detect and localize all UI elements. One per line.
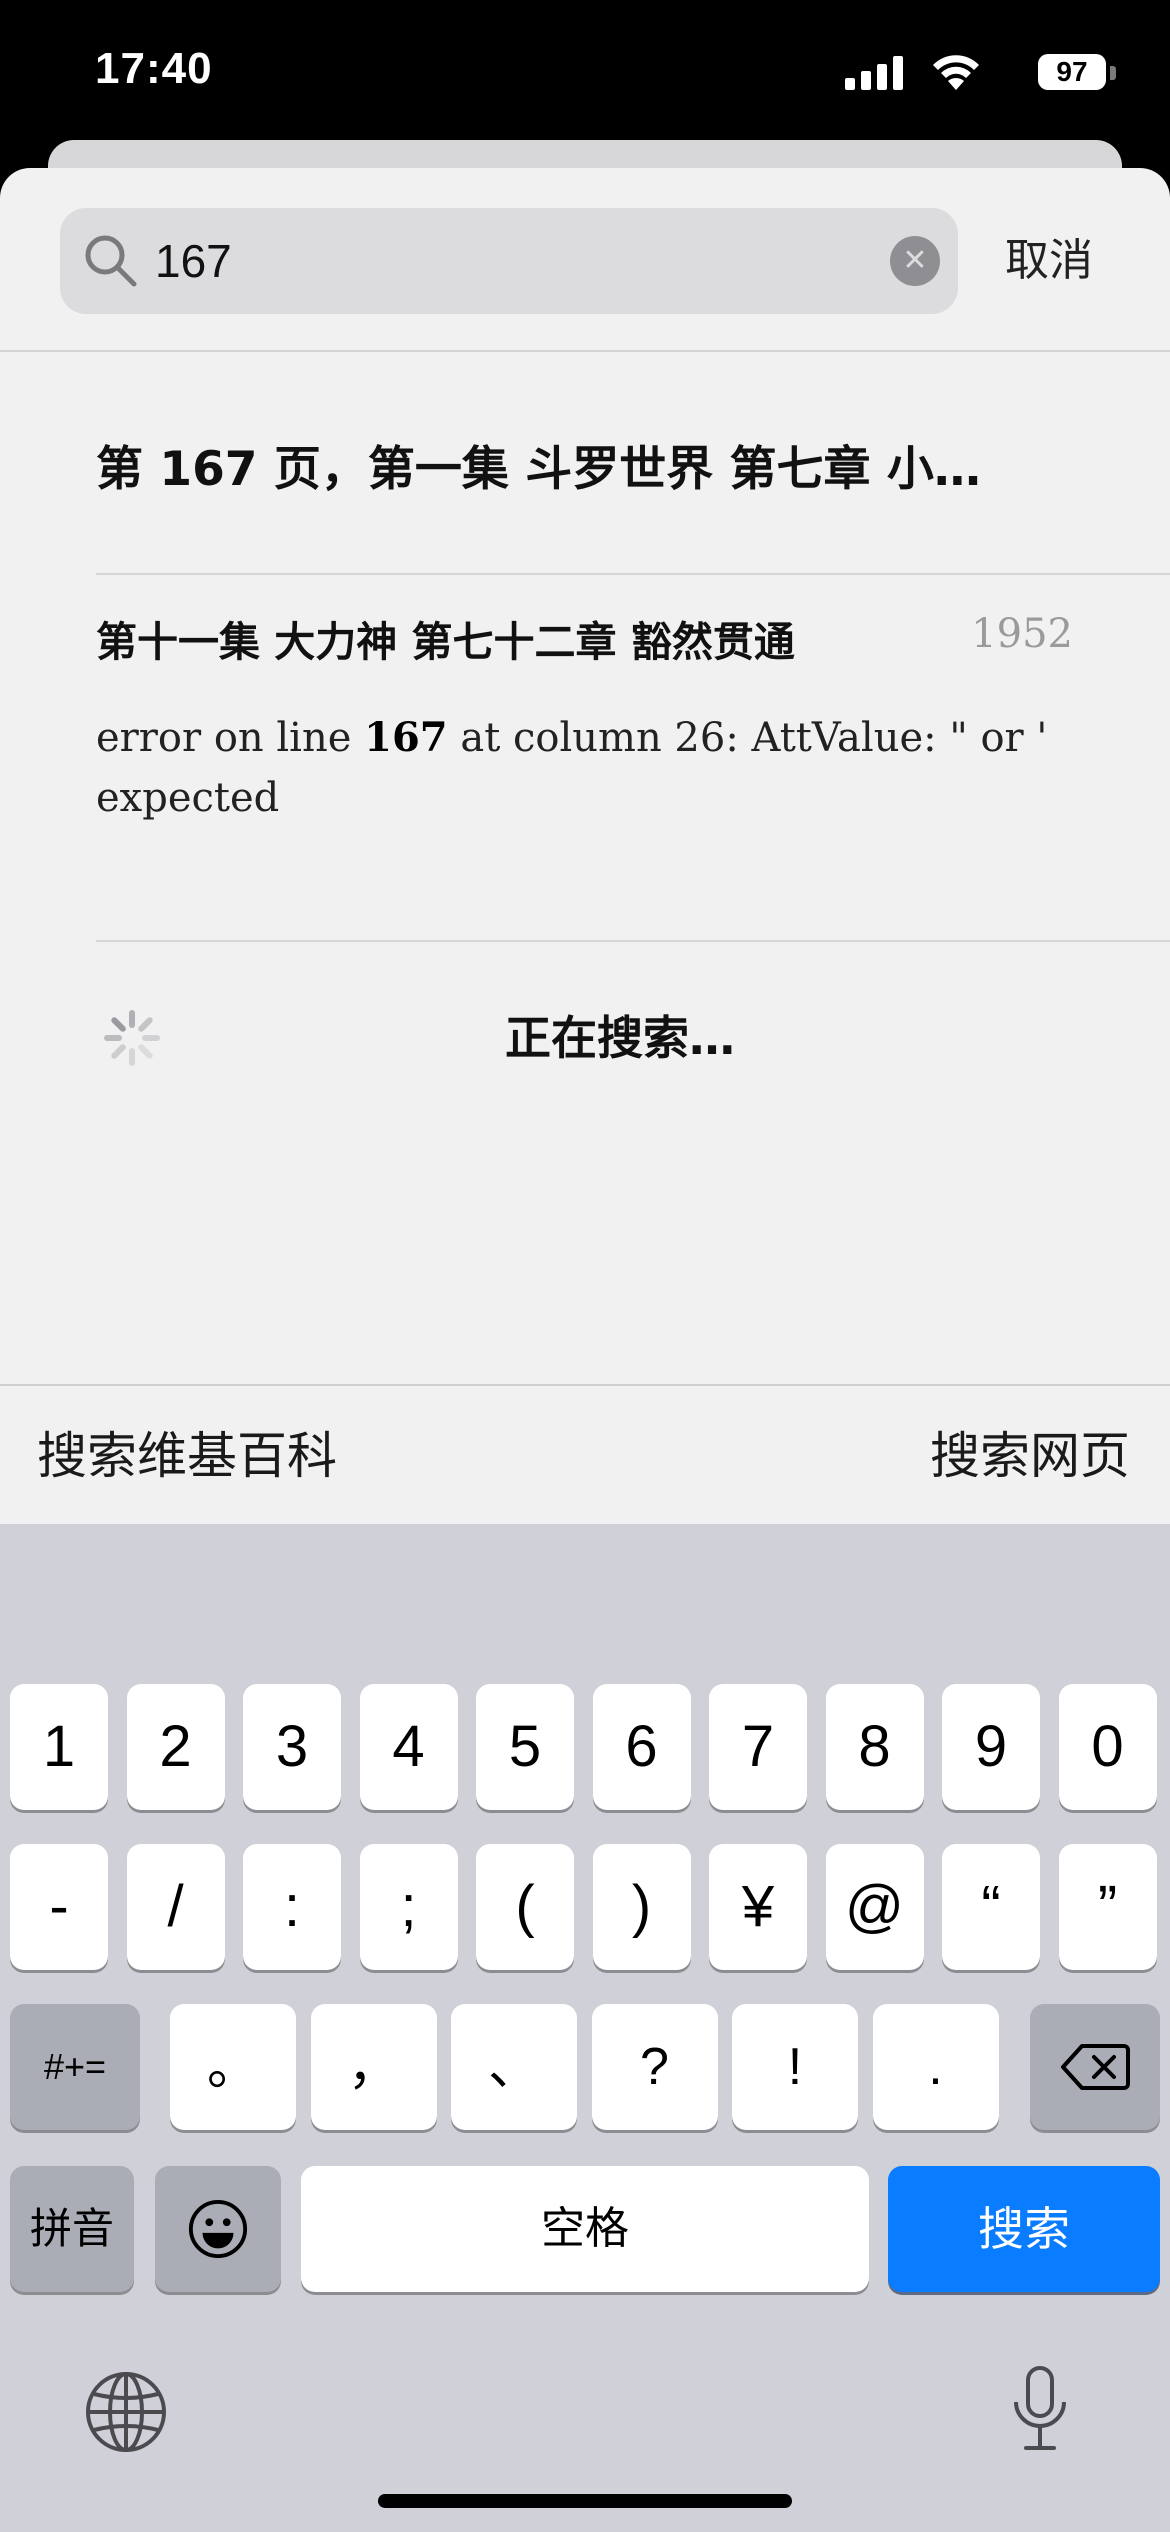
number-key-4[interactable]: 5 bbox=[476, 1684, 574, 1810]
symbols-key[interactable]: #+= bbox=[10, 2004, 140, 2130]
punctuation-key-0[interactable]: 。 bbox=[170, 2004, 296, 2130]
symbol-key-2[interactable]: : bbox=[243, 1844, 341, 1970]
result-chapter-title: 第十一集 大力神 第七十二章 豁然贯通 bbox=[96, 618, 795, 666]
number-key-7[interactable]: 8 bbox=[825, 1684, 924, 1810]
cancel-button[interactable]: 取消 bbox=[1005, 208, 1093, 314]
punctuation-key-5[interactable]: . bbox=[872, 2004, 999, 2130]
symbol-key-9[interactable]: ” bbox=[1058, 1844, 1157, 1970]
search-result-page[interactable]: 第 167 页，第一集 斗罗世界 第七章 小… bbox=[96, 430, 1096, 499]
number-key-5[interactable]: 6 bbox=[592, 1684, 691, 1810]
battery-icon: 97 bbox=[1038, 54, 1116, 90]
status-bar: 17:40 97 bbox=[0, 0, 1170, 150]
backspace-key[interactable] bbox=[1030, 2004, 1160, 2130]
search-key[interactable]: 搜索 bbox=[888, 2166, 1160, 2292]
symbol-key-7[interactable]: @ bbox=[825, 1844, 924, 1970]
cellular-signal-icon bbox=[845, 56, 903, 90]
globe-icon[interactable] bbox=[84, 2370, 168, 2454]
search-input[interactable]: 167 bbox=[155, 208, 232, 314]
home-indicator bbox=[378, 2494, 792, 2508]
search-icon bbox=[85, 235, 137, 287]
divider bbox=[96, 573, 1170, 575]
punctuation-key-4[interactable]: ! bbox=[732, 2004, 858, 2130]
space-key[interactable]: 空格 bbox=[301, 2166, 869, 2292]
divider bbox=[0, 1384, 1170, 1386]
number-key-0[interactable]: 1 bbox=[10, 1684, 108, 1810]
pinyin-key[interactable]: 拼音 bbox=[10, 2166, 134, 2292]
result-page-number: 1952 bbox=[971, 611, 1073, 657]
number-key-3[interactable]: 4 bbox=[359, 1684, 458, 1810]
number-key-6[interactable]: 7 bbox=[709, 1684, 807, 1810]
emoji-key[interactable] bbox=[155, 2166, 281, 2292]
punctuation-key-3[interactable]: ? bbox=[591, 2004, 718, 2130]
number-key-2[interactable]: 3 bbox=[243, 1684, 341, 1810]
backspace-icon bbox=[1061, 2044, 1130, 2090]
symbol-key-6[interactable]: ¥ bbox=[709, 1844, 807, 1970]
symbol-key-3[interactable]: ; bbox=[359, 1844, 458, 1970]
number-key-9[interactable]: 0 bbox=[1058, 1684, 1157, 1810]
loading-spinner-icon bbox=[104, 1010, 160, 1066]
divider bbox=[96, 940, 1170, 942]
symbol-key-0[interactable]: - bbox=[10, 1844, 108, 1970]
microphone-icon[interactable] bbox=[1008, 2364, 1072, 2454]
snippet-match: 167 bbox=[364, 714, 448, 761]
wifi-icon bbox=[933, 55, 979, 90]
symbol-key-5[interactable]: ) bbox=[592, 1844, 691, 1970]
keyboard: 1234567890 - /:;() ¥ @ “” #+= 。，、?!. 拼音 空格 搜… bbox=[0, 1524, 1170, 2532]
number-key-8[interactable]: 9 bbox=[942, 1684, 1040, 1810]
punctuation-key-2[interactable]: 、 bbox=[451, 2004, 577, 2130]
result-snippet: error on line 167 at column 26: AttValue… bbox=[96, 714, 1048, 821]
search-web-button[interactable]: 搜索网页 bbox=[930, 1388, 1130, 1524]
symbol-key-1[interactable]: / bbox=[126, 1844, 225, 1970]
punctuation-key-1[interactable]: ， bbox=[310, 2004, 437, 2130]
symbol-key-8[interactable]: “ bbox=[942, 1844, 1040, 1970]
status-time: 17:40 bbox=[95, 44, 213, 93]
number-key-1[interactable]: 2 bbox=[126, 1684, 225, 1810]
emoji-icon bbox=[188, 2199, 248, 2259]
symbol-key-4[interactable]: ( bbox=[476, 1844, 574, 1970]
clear-search-icon[interactable]: ✕ bbox=[890, 236, 940, 286]
search-field[interactable]: 167 ✕ bbox=[60, 208, 958, 314]
search-wikipedia-button[interactable]: 搜索维基百科 bbox=[37, 1388, 337, 1524]
divider bbox=[0, 350, 1170, 352]
status-icons: 97 bbox=[810, 52, 1116, 92]
searching-status: 正在搜索… bbox=[505, 1011, 735, 1065]
battery-level: 97 bbox=[1056, 56, 1088, 87]
